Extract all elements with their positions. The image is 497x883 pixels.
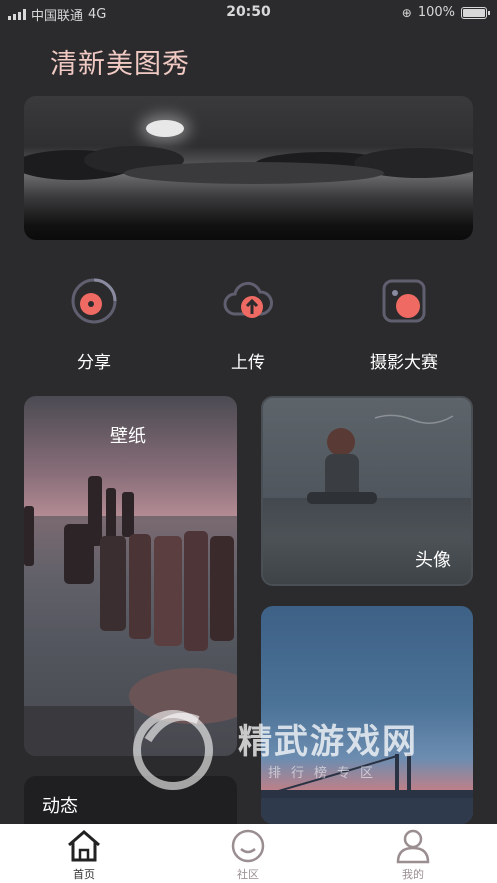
upload-cloud-icon <box>223 276 273 326</box>
moon-shape <box>146 120 184 137</box>
dynamic-label: 动态 <box>42 796 78 817</box>
photo-contest-icon <box>379 276 429 326</box>
tab-bar: 首页 社区 我的 <box>0 824 497 883</box>
wallpaper-label: 壁纸 <box>110 426 146 447</box>
status-bar: 中国联通 4G 20:50 ⊕ 100% <box>0 0 497 26</box>
orientation-lock-icon: ⊕ <box>401 5 412 20</box>
tab-community[interactable]: 社区 <box>198 828 298 882</box>
wallpaper-card[interactable]: 壁纸 <box>24 396 237 756</box>
quick-actions: 分享 上传 摄影大赛 <box>24 270 473 373</box>
photo-contest-label: 摄影大赛 <box>370 353 438 373</box>
cloud-shape <box>124 162 384 184</box>
bridge-card[interactable] <box>261 606 473 824</box>
user-icon <box>394 828 432 864</box>
tab-home[interactable]: 首页 <box>34 828 134 882</box>
share-label: 分享 <box>77 353 111 373</box>
pier-scene-image <box>24 476 237 756</box>
battery-percent: 100% <box>417 5 455 20</box>
tab-mine[interactable]: 我的 <box>363 828 463 882</box>
smile-icon <box>229 828 267 864</box>
bridge-scene-image <box>261 754 473 824</box>
upload-label: 上传 <box>231 353 265 373</box>
status-right: ⊕ 100% <box>401 5 490 20</box>
tab-home-label: 首页 <box>73 868 95 881</box>
tab-mine-label: 我的 <box>402 868 424 881</box>
app-title: 清新美图秀 <box>50 49 190 80</box>
photo-contest-action[interactable]: 摄影大赛 <box>344 270 464 373</box>
tab-community-label: 社区 <box>237 868 259 881</box>
avatar-card[interactable]: 头像 <box>261 396 473 586</box>
share-action[interactable]: 分享 <box>34 270 154 373</box>
battery-icon <box>461 6 490 19</box>
upload-action[interactable]: 上传 <box>188 270 308 373</box>
share-disc-icon <box>69 276 119 326</box>
avatar-label: 头像 <box>415 550 451 571</box>
banner-image[interactable] <box>24 96 473 240</box>
home-icon <box>65 828 103 864</box>
